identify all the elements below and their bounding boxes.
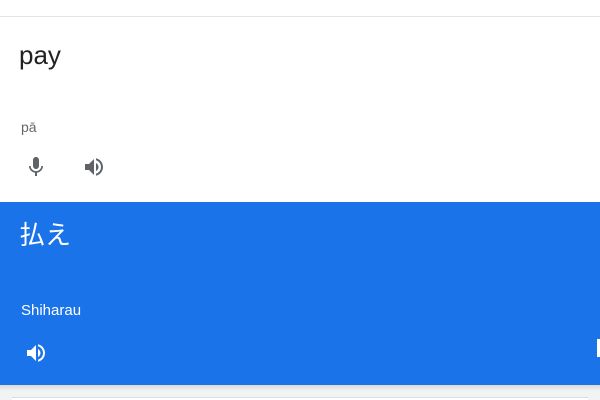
source-panel: pay pā (0, 17, 600, 202)
source-text[interactable]: pay (19, 39, 61, 71)
target-panel: 払え Shiharau (0, 202, 600, 385)
speaker-icon[interactable] (80, 153, 108, 181)
target-actions (22, 339, 50, 367)
speaker-icon[interactable] (22, 339, 50, 367)
target-transliteration: Shiharau (21, 302, 82, 319)
microphone-icon[interactable] (22, 153, 50, 181)
target-text: 払え (19, 221, 72, 251)
source-actions (22, 153, 108, 181)
translate-card: pay pā 払え Shiharau (0, 0, 600, 400)
source-transliteration: pā (21, 119, 37, 135)
